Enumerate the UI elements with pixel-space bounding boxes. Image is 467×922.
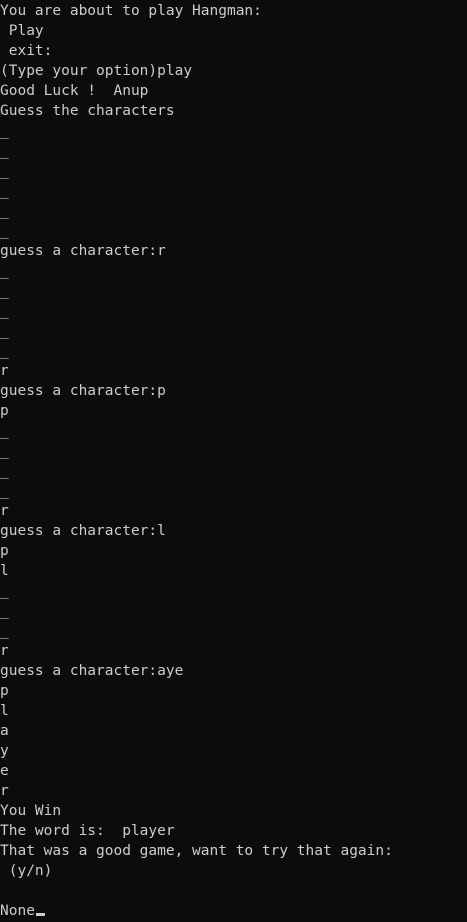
console-line: l — [0, 701, 467, 721]
console-line-text: _ — [0, 423, 9, 439]
console-line-text: _ — [0, 163, 9, 179]
console-line-text: _ — [0, 263, 9, 279]
console-line-text: Guess the characters — [0, 103, 175, 119]
console-line: Guess the characters — [0, 101, 467, 121]
console-line: guess a character:l — [0, 521, 467, 541]
console-line: _ — [0, 261, 467, 281]
console-line: _ — [0, 221, 467, 241]
console-line-text: _ — [0, 303, 9, 319]
console-line: _ — [0, 121, 467, 141]
console-line-text: _ — [0, 143, 9, 159]
console-line: a — [0, 721, 467, 741]
console-line: _ — [0, 341, 467, 361]
console-line-text: l — [0, 703, 9, 719]
console-line-text: _ — [0, 283, 9, 299]
console-line-text: Good Luck ! Anup — [0, 83, 149, 99]
console-line: l — [0, 561, 467, 581]
console-line: _ — [0, 581, 467, 601]
console-line: r — [0, 641, 467, 661]
console-line: That was a good game, want to try that a… — [0, 841, 467, 861]
console-line: exit: — [0, 41, 467, 61]
console-line: _ — [0, 461, 467, 481]
console-line-text: exit: — [0, 43, 53, 59]
console-line: r — [0, 781, 467, 801]
console-line-text: _ — [0, 183, 9, 199]
console-line-text: r — [0, 643, 9, 659]
console-line-text: (Type your option)play — [0, 63, 193, 79]
console-line-text: p — [0, 683, 9, 699]
console-line: _ — [0, 441, 467, 461]
console-line-text: You are about to play Hangman: — [0, 3, 262, 19]
console-line: p — [0, 401, 467, 421]
console-line: _ — [0, 421, 467, 441]
console-line-text: y — [0, 743, 9, 759]
console-line-text: Play — [0, 23, 44, 39]
console-line-text: The word is: player — [0, 823, 175, 839]
console-line-text: a — [0, 723, 9, 739]
console-line-text: You Win — [0, 803, 62, 819]
console-line: guess a character:r — [0, 241, 467, 261]
console-line: None — [0, 901, 467, 921]
console-line: p — [0, 541, 467, 561]
console-line-text: r — [0, 783, 9, 799]
console-line: You are about to play Hangman: — [0, 1, 467, 21]
console-line-text: _ — [0, 463, 9, 479]
console-line: e — [0, 761, 467, 781]
console-line-text: _ — [0, 583, 9, 599]
console-line: p — [0, 681, 467, 701]
console-line: _ — [0, 201, 467, 221]
console-line: _ — [0, 601, 467, 621]
console-line-text: p — [0, 403, 9, 419]
console-line: Good Luck ! Anup — [0, 81, 467, 101]
console-line: y — [0, 741, 467, 761]
console-line-text: _ — [0, 443, 9, 459]
console-line-text: _ — [0, 343, 9, 359]
console-line: _ — [0, 481, 467, 501]
console-line: _ — [0, 181, 467, 201]
console-line: You Win — [0, 801, 467, 821]
console-line-text: _ — [0, 483, 9, 499]
console-line: _ — [0, 281, 467, 301]
console-line: (y/n) — [0, 861, 467, 881]
console-line-text: _ — [0, 123, 9, 139]
console-line: _ — [0, 621, 467, 641]
console-line-text: guess a character:aye — [0, 663, 184, 679]
console-line-text: _ — [0, 623, 9, 639]
console-line: _ — [0, 141, 467, 161]
console-line-text: _ — [0, 603, 9, 619]
console-line: _ — [0, 321, 467, 341]
console-line-text: guess a character:l — [0, 523, 166, 539]
console-line: The word is: player — [0, 821, 467, 841]
console-line-text: _ — [0, 323, 9, 339]
console-line: guess a character:aye — [0, 661, 467, 681]
console-line-text: guess a character:r — [0, 243, 166, 259]
console-line: r — [0, 501, 467, 521]
console-line-text: None — [0, 903, 35, 919]
console-line: _ — [0, 161, 467, 181]
console-line-text: (y/n) — [0, 863, 53, 879]
console-line-text: r — [0, 363, 9, 379]
console-line-text: _ — [0, 223, 9, 239]
console-line: guess a character:p — [0, 381, 467, 401]
console-line-text: That was a good game, want to try that a… — [0, 843, 393, 859]
console-line: r — [0, 361, 467, 381]
console-line-text: guess a character:p — [0, 383, 166, 399]
console-output: You are about to play Hangman: Play exit… — [0, 0, 467, 920]
text-cursor — [35, 913, 45, 916]
console-line-text: _ — [0, 203, 9, 219]
console-line-text: p — [0, 543, 9, 559]
console-line: Play — [0, 21, 467, 41]
console-window[interactable]: You are about to play Hangman: Play exit… — [0, 0, 467, 922]
console-line: (Type your option)play — [0, 61, 467, 81]
console-line-text: l — [0, 563, 9, 579]
console-line-text: e — [0, 763, 9, 779]
console-line-text: r — [0, 503, 9, 519]
console-line: _ — [0, 301, 467, 321]
